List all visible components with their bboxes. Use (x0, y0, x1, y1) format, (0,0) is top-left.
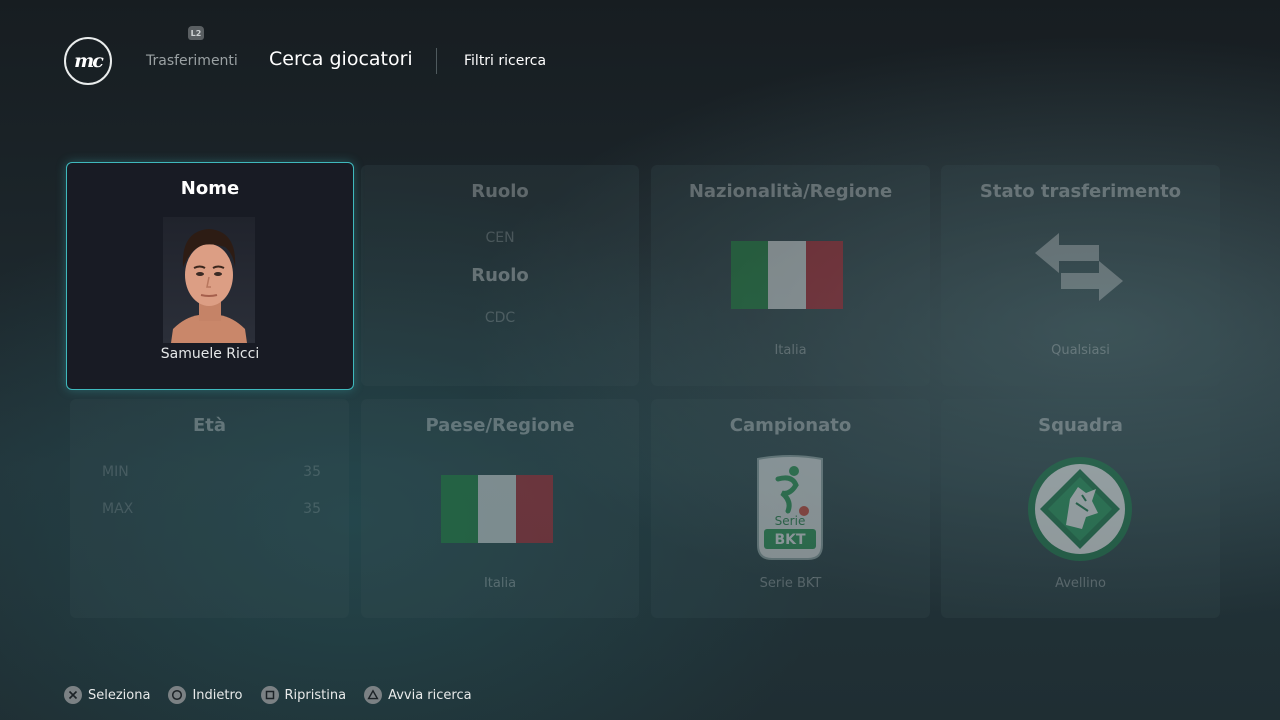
filter-eta-tile[interactable]: Età MIN 35 MAX 35 (70, 399, 349, 618)
cross-button-icon (64, 686, 82, 704)
tile-title: Nazionalità/Regione (688, 181, 893, 202)
hint-select-label: Seleziona (88, 687, 151, 703)
tab-filtri-ricerca[interactable]: Filtri ricerca (464, 53, 546, 69)
tile-value: Avellino (1055, 576, 1106, 591)
age-min-value: 35 (303, 464, 321, 480)
tile-title: Età (192, 415, 227, 436)
age-min-label: MIN (102, 464, 129, 480)
filter-nome-tile[interactable]: Nome Samuele Ricci (66, 162, 354, 390)
role-prev-option: CEN (485, 230, 515, 246)
hint-reset[interactable]: Ripristina (260, 686, 347, 704)
tile-value: Italia (483, 576, 517, 591)
tile-title: Nome (180, 178, 240, 199)
page-title: Cerca giocatori (269, 48, 413, 70)
player-name: Samuele Ricci (160, 346, 260, 362)
age-min-row[interactable]: MIN 35 (102, 464, 321, 480)
hint-select[interactable]: Seleziona (64, 686, 150, 704)
age-max-label: MAX (102, 501, 134, 517)
mc-logo: mc (64, 37, 112, 85)
role-current-option: Ruolo (471, 265, 529, 286)
age-max-row[interactable]: MAX 35 (102, 501, 321, 517)
filter-paese-tile[interactable]: Paese/Regione Italia (361, 399, 639, 618)
filter-campionato-tile[interactable]: Campionato Serie BKT Serie BKT (651, 399, 930, 618)
hint-reset-label: Ripristina (284, 687, 347, 703)
tile-title: Ruolo (471, 181, 529, 202)
serie-logo-text: Serie (775, 514, 806, 528)
square-button-icon (260, 686, 279, 704)
l2-button-icon: L2 (188, 26, 204, 40)
tile-title: Campionato (729, 415, 852, 436)
filter-ruolo-tile[interactable]: Ruolo CEN Ruolo CDC (361, 165, 639, 386)
player-portrait (163, 217, 255, 343)
tab-trasferimenti[interactable]: Trasferimenti (146, 53, 238, 69)
bkt-logo-text: BKT (774, 532, 806, 548)
tile-title: Stato trasferimento (979, 181, 1182, 202)
filter-stato-tile[interactable]: Stato trasferimento Qualsiasi (941, 165, 1220, 386)
age-max-value: 35 (303, 501, 321, 517)
hint-search[interactable]: Avvia ricerca (364, 686, 472, 704)
hint-back-label: Indietro (192, 687, 243, 703)
tile-value: Serie BKT (759, 576, 822, 591)
tile-title: Squadra (1038, 415, 1123, 436)
filter-nazionalita-tile[interactable]: Nazionalità/Regione Italia (651, 165, 930, 386)
italy-flag-icon (441, 475, 553, 543)
filter-squadra-tile[interactable]: Squadra Avellino (941, 399, 1220, 618)
serie-bkt-logo-icon: Serie BKT (757, 455, 823, 560)
nav-divider (436, 48, 437, 74)
role-next-option: CDC (484, 310, 516, 326)
hint-back[interactable]: Indietro (168, 686, 243, 704)
top-navigation: mc L2 Trasferimenti Cerca giocatori Filt… (0, 0, 1280, 120)
circle-button-icon (168, 686, 187, 704)
tile-value: Italia (774, 343, 807, 358)
avellino-crest-icon (1028, 457, 1132, 561)
triangle-button-icon (364, 686, 383, 704)
tile-title: Paese/Regione (425, 415, 575, 436)
transfer-arrows-icon (1035, 233, 1123, 301)
tile-value: Qualsiasi (1051, 343, 1110, 358)
button-hints-bar: Seleziona Indietro Ripristina Avvia rice… (64, 684, 472, 706)
hint-search-label: Avvia ricerca (388, 687, 472, 703)
italy-flag-icon (731, 241, 843, 309)
